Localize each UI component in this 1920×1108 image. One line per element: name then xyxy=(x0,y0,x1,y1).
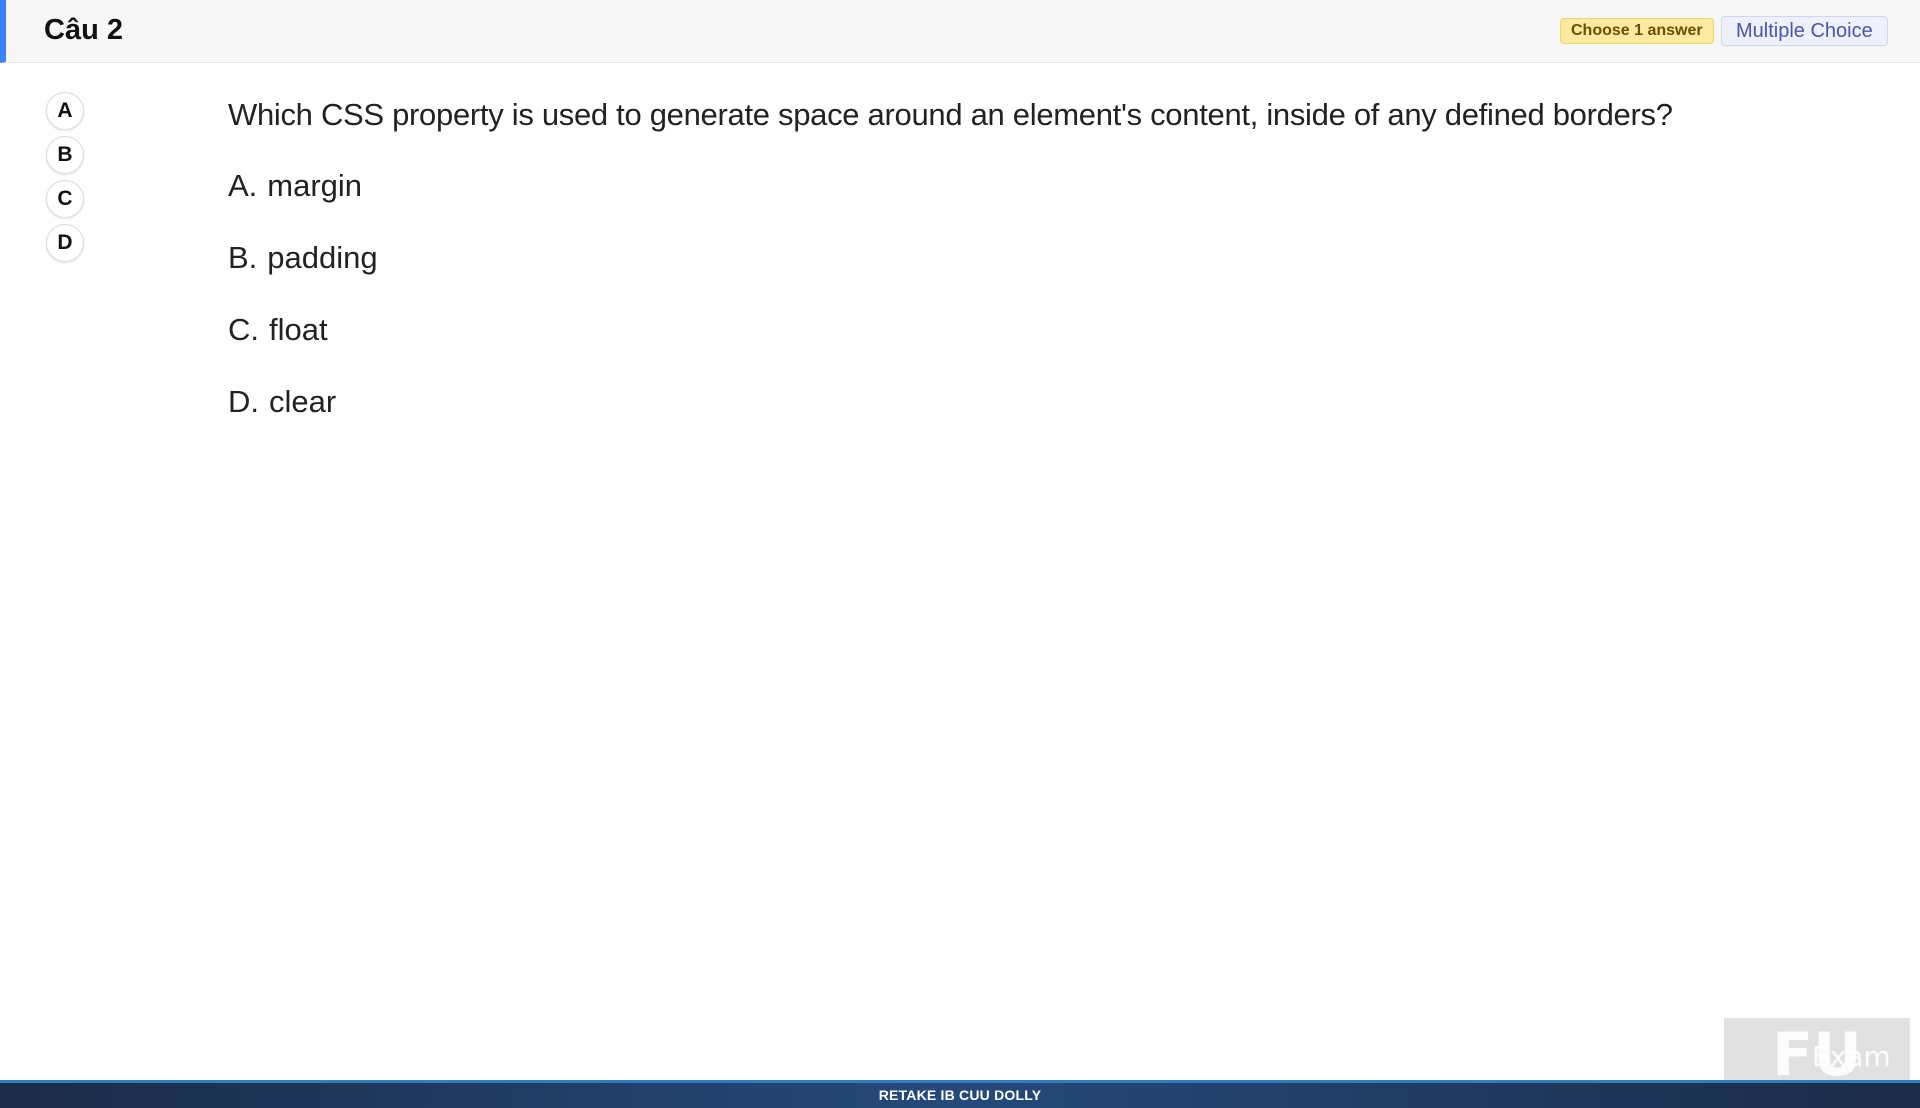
exam-page: Câu 2 Choose 1 answer Multiple Choice A … xyxy=(0,0,1920,1108)
option-d: D. clear xyxy=(228,382,378,454)
answer-bubble-a[interactable]: A xyxy=(46,92,84,130)
question-number: Câu 2 xyxy=(44,14,123,46)
question-header: Câu 2 Choose 1 answer Multiple Choice xyxy=(0,0,1920,63)
options-list: A. margin B. padding C. float D. clear xyxy=(228,166,378,454)
option-text: padding xyxy=(267,240,378,275)
option-letter: D. xyxy=(228,384,259,419)
option-a: A. margin xyxy=(228,166,378,238)
answer-bubbles: A B C D xyxy=(46,92,86,268)
option-letter: A. xyxy=(228,168,258,203)
question-text: Which CSS property is used to generate s… xyxy=(228,97,1673,132)
option-c: C. float xyxy=(228,310,378,382)
footer-text: RETAKE IB CUU DOLLY xyxy=(878,1087,1042,1103)
footer-bar: RETAKE IB CUU DOLLY xyxy=(0,1080,1920,1108)
logo-wordmark: Exam xyxy=(1812,1040,1891,1073)
option-text: clear xyxy=(269,384,337,419)
option-text: margin xyxy=(267,168,363,203)
option-letter: C. xyxy=(228,312,259,347)
answer-bubble-c[interactable]: C xyxy=(46,180,84,218)
option-b: B. padding xyxy=(228,238,378,310)
answer-bubble-d[interactable]: D xyxy=(46,224,84,262)
answer-count-badge: Choose 1 answer xyxy=(1560,18,1714,44)
option-text: float xyxy=(269,312,328,347)
answer-bubble-b[interactable]: B xyxy=(46,136,84,174)
option-letter: B. xyxy=(228,240,258,275)
question-type-badge: Multiple Choice xyxy=(1721,16,1888,46)
